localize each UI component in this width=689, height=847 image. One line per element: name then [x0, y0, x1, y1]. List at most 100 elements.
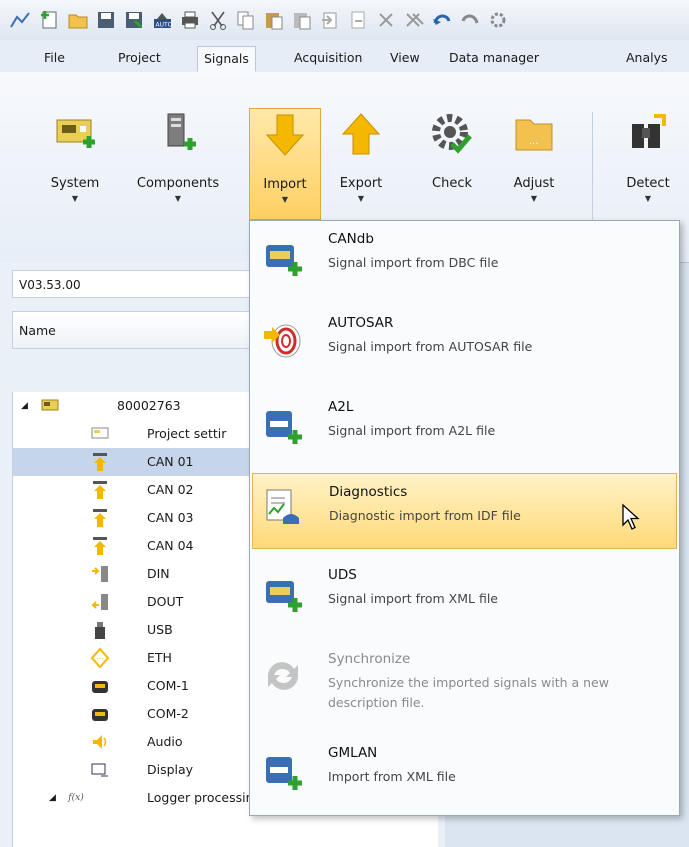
paste-special-icon[interactable]: [290, 8, 314, 32]
menu-item-description: Signal import from DBC file: [328, 255, 499, 270]
page-icon[interactable]: [346, 8, 370, 32]
import-icon: [263, 113, 307, 157]
copy-icon[interactable]: [234, 8, 258, 32]
chevron-down-icon: ▼: [530, 194, 538, 203]
can-icon: [91, 508, 109, 528]
version-label: V03.53.00: [12, 270, 272, 298]
undo-icon[interactable]: [430, 8, 454, 32]
menu-item-description: Synchronize the imported signals with a …: [328, 675, 609, 710]
tab-view[interactable]: View: [384, 46, 426, 72]
adjust-button[interactable]: ... Adjust ▼: [498, 108, 570, 220]
menu-item-uds[interactable]: UDS Signal import from XML file: [252, 557, 677, 633]
tree-row-label: COM-1: [147, 678, 189, 693]
tab-file[interactable]: File: [38, 46, 71, 72]
device-icon: [41, 396, 59, 416]
tree-row-label: Logger processing: [147, 790, 262, 805]
tab-project[interactable]: Project: [112, 46, 167, 72]
import-button[interactable]: Import ▼: [249, 108, 321, 220]
eth-icon: ···: [90, 647, 110, 669]
menu-item-candb[interactable]: CANdb Signal import from DBC file: [252, 221, 677, 297]
menu-item-description: Diagnostic import from IDF file: [329, 508, 521, 523]
din-icon: [91, 564, 109, 584]
menu-item-description: Import from XML file: [328, 769, 456, 784]
detect-icon: [626, 112, 670, 156]
quick-access-toolbar: AUTO: [0, 0, 689, 41]
auto-icon[interactable]: AUTO: [150, 8, 174, 32]
menu-item-title: Synchronize: [328, 651, 411, 667]
tree-row-label: CAN 03: [147, 510, 194, 525]
chevron-down-icon: ▼: [644, 194, 652, 203]
components-icon: [156, 112, 200, 156]
tree-row-label: Display: [147, 762, 194, 777]
redo-icon[interactable]: [458, 8, 482, 32]
tab-analysis[interactable]: Analys: [620, 46, 674, 72]
delete-icon[interactable]: [374, 8, 398, 32]
tree-row-label: Audio: [147, 734, 183, 749]
new-icon[interactable]: [38, 8, 62, 32]
export-button[interactable]: Export ▼: [328, 108, 394, 220]
menu-item-title: UDS: [328, 567, 357, 583]
tree-row-label: COM-2: [147, 706, 189, 721]
check-button[interactable]: Check: [422, 108, 482, 220]
dout-icon: [91, 592, 109, 612]
export-icon: [339, 112, 383, 156]
chart-icon[interactable]: [8, 8, 32, 32]
import-label: Import: [263, 177, 307, 192]
synchronize-icon: [262, 655, 304, 697]
svg-text:AUTO: AUTO: [156, 22, 173, 29]
svg-text:···: ···: [97, 655, 104, 663]
detect-button[interactable]: Detect ▼: [612, 108, 684, 220]
menu-item-synchronize[interactable]: Synchronize Synchronize the imported sig…: [252, 641, 677, 731]
ribbon-tabs: File Project Signals Acquisition View Da…: [0, 40, 689, 73]
menu-item-gmlan[interactable]: GMLAN Import from XML file: [252, 735, 677, 811]
save-as-icon[interactable]: [122, 8, 146, 32]
display-icon: [91, 760, 109, 780]
tree-row-label: Project settir: [147, 426, 227, 441]
ribbon-separator: [592, 112, 593, 222]
project-settings-icon: [91, 424, 109, 444]
export-icon[interactable]: [318, 8, 342, 32]
system-label: System: [50, 176, 100, 191]
menu-item-a2l[interactable]: A2L Signal import from A2L file: [252, 389, 677, 465]
components-button[interactable]: Components ▼: [122, 108, 234, 220]
tree-row-label: CAN 04: [147, 538, 194, 553]
export-label: Export: [339, 176, 383, 191]
can-icon: [91, 480, 109, 500]
adjust-label: Adjust: [513, 176, 555, 191]
com-icon: [91, 676, 109, 696]
system-button[interactable]: System ▼: [36, 108, 114, 220]
menu-item-autosar[interactable]: AUTOSAR Signal import from AUTOSAR file: [252, 305, 677, 381]
usb-icon: [91, 620, 109, 640]
detect-label: Detect: [626, 176, 670, 191]
can-icon: [91, 452, 109, 472]
expand-icon[interactable]: ◢: [21, 392, 28, 420]
autosar-icon: [262, 319, 304, 361]
chevron-down-icon: ▼: [71, 194, 79, 203]
menu-item-title: CANdb: [328, 231, 374, 247]
open-icon[interactable]: [66, 8, 90, 32]
chevron-down-icon: ▼: [281, 195, 289, 204]
tab-signals[interactable]: Signals: [197, 46, 256, 72]
tab-data-manager[interactable]: Data manager: [443, 46, 545, 72]
diagnostics-icon: [263, 488, 305, 530]
menu-item-title: Diagnostics: [329, 484, 408, 500]
paste-icon[interactable]: [262, 8, 286, 32]
settings-icon[interactable]: [486, 8, 510, 32]
menu-item-title: GMLAN: [328, 745, 378, 761]
menu-item-title: A2L: [328, 399, 354, 415]
save-icon[interactable]: [94, 8, 118, 32]
menu-item-description: Signal import from AUTOSAR file: [328, 339, 533, 354]
tree-row-label: ETH: [147, 650, 172, 665]
cut-icon[interactable]: [206, 8, 230, 32]
import-dropdown-menu: CANdb Signal import from DBC file AUTOSA…: [249, 220, 680, 816]
expand-icon[interactable]: ◢: [49, 784, 56, 812]
delete-all-icon[interactable]: [402, 8, 426, 32]
print-icon[interactable]: [178, 8, 202, 32]
svg-text:...: ...: [529, 136, 539, 147]
candb-icon: [262, 235, 304, 277]
menu-item-diagnostics[interactable]: Diagnostics Diagnostic import from IDF f…: [252, 473, 677, 549]
tab-acquisition[interactable]: Acquisition: [288, 46, 368, 72]
tree-row-label: 80002763: [117, 398, 181, 413]
tree-row-label: CAN 01: [147, 454, 194, 469]
com-icon: [91, 704, 109, 724]
